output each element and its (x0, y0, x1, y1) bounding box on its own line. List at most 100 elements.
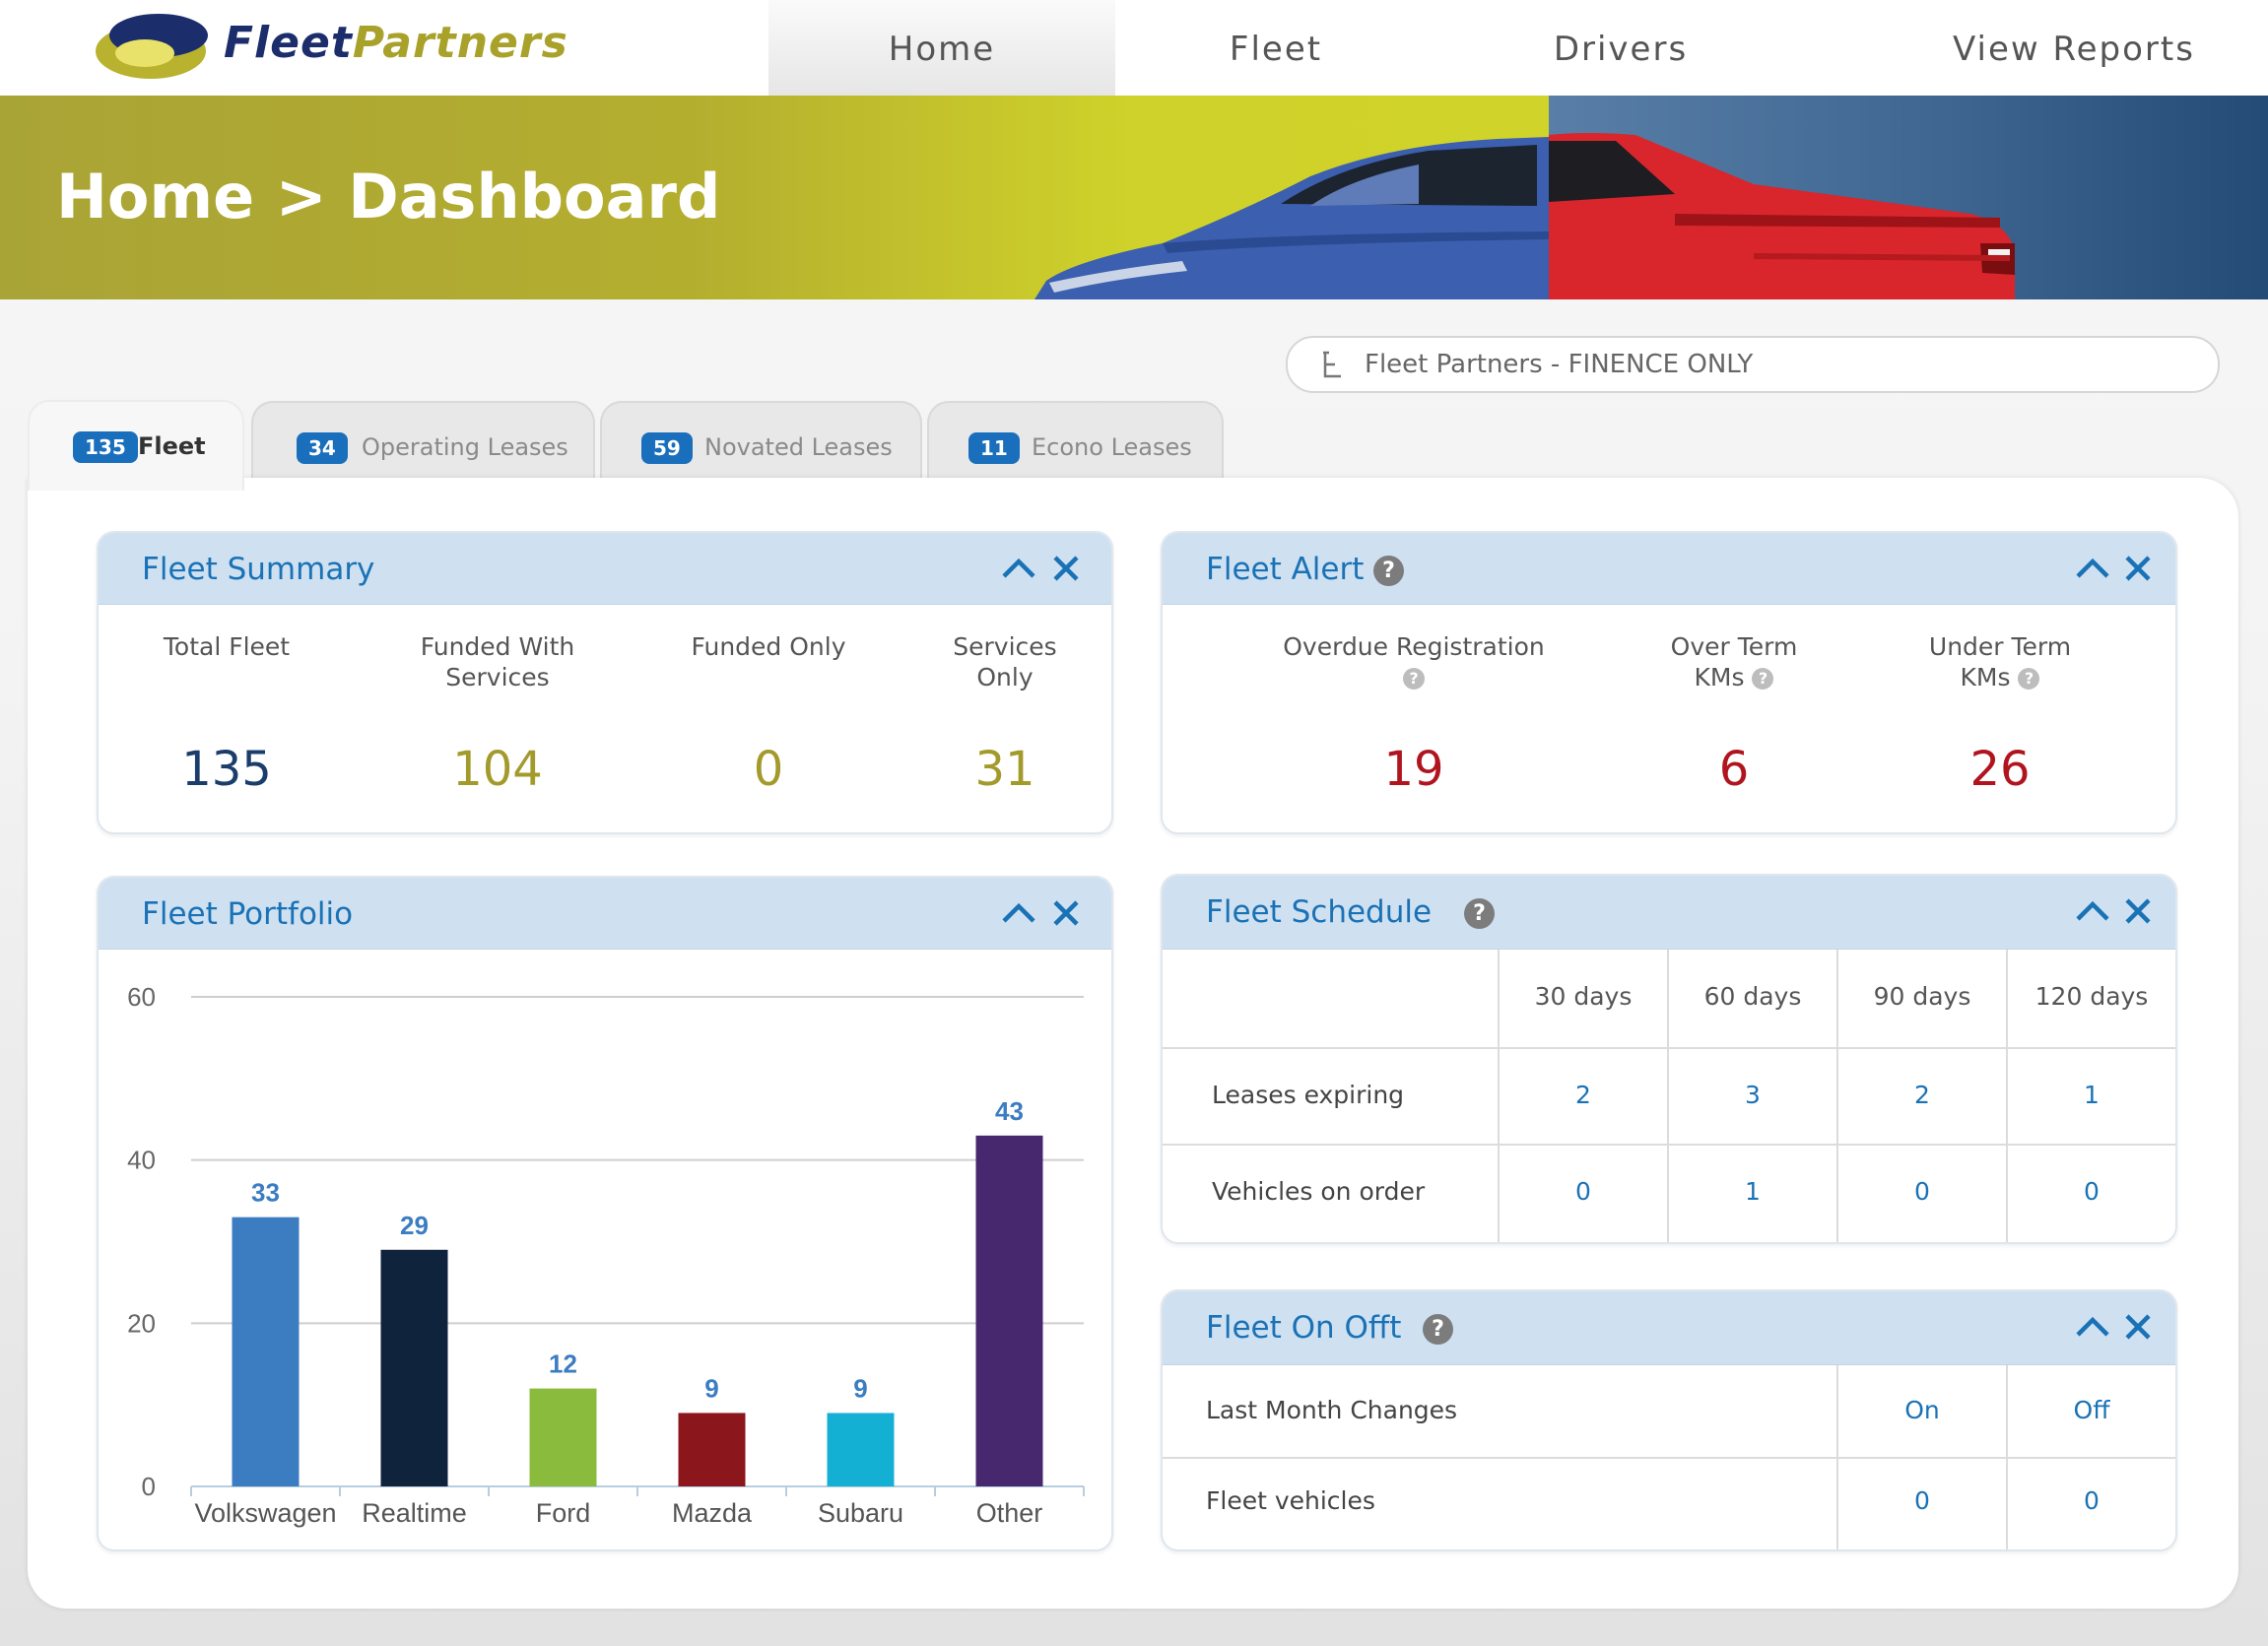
over-term-kms-label: Over Term KMs ? (1626, 631, 1842, 692)
bar-realtime (380, 1249, 448, 1486)
page-title: Home > Dashboard (56, 161, 721, 232)
nav-home[interactable]: Home (768, 0, 1115, 96)
y-tick-label: 20 (127, 1308, 156, 1338)
funded-with-services-value: 104 (452, 742, 543, 797)
x-tick-label: Mazda (672, 1498, 753, 1528)
nav-fleet[interactable]: Fleet (1153, 0, 1399, 96)
logo-word-2: Partners (352, 18, 568, 68)
y-tick-label: 60 (127, 982, 156, 1012)
row-divider (1163, 1457, 2175, 1459)
tab-operating-leases-count-badge: 34 (297, 432, 348, 464)
close-icon[interactable] (1046, 549, 1086, 588)
fleet-schedule-widget: Fleet Schedule ? 30 days 60 days 90 days… (1161, 874, 2177, 1244)
vehicles-on-order-90-days[interactable]: 0 (1838, 1177, 2006, 1206)
funded-only-label-line1: Funded Only (691, 632, 846, 661)
under-term-kms-label-line2: KMs ? (1892, 662, 2108, 692)
tab-operating-leases-label: Operating Leases (362, 433, 568, 461)
tab-fleet[interactable]: 135 Fleet (28, 400, 244, 491)
over-term-kms-label-line1: Over Term (1670, 632, 1798, 661)
under-term-kms-label-line1: Under Term (1928, 632, 2072, 661)
vehicles-on-order-30-days[interactable]: 0 (1500, 1177, 1667, 1206)
fleet-portfolio-widget: Fleet Portfolio 0 20 40 60 33 Volkswagen 29 Rea… (97, 876, 1113, 1551)
help-icon[interactable]: ? (1403, 668, 1425, 690)
help-icon[interactable]: ? (1373, 556, 1404, 586)
funded-with-services-label: Funded With Services (379, 631, 616, 692)
tab-fleet-label: Fleet (138, 432, 206, 460)
last-month-changes-label: Last Month Changes (1206, 1396, 1458, 1424)
x-tick-label: Ford (536, 1498, 591, 1528)
vehicles-on-order-120-days[interactable]: 0 (2008, 1177, 2175, 1206)
under-term-kms-label-2: KMs (1960, 663, 2011, 691)
services-only-value: 31 (974, 742, 1035, 797)
y-tick-label: 0 (142, 1472, 156, 1501)
row-label-fleet-vehicles: Fleet vehicles (1206, 1486, 1375, 1515)
chevron-up-icon[interactable] (2073, 549, 2112, 588)
bar-value-label: 9 (704, 1373, 718, 1403)
bar-volkswagen (232, 1217, 300, 1486)
vehicles-on-order-60-days[interactable]: 1 (1669, 1177, 1836, 1206)
help-icon[interactable]: ? (1464, 898, 1495, 929)
services-only-label-line1: Services (953, 632, 1057, 661)
tab-econo-leases-count-badge: 11 (968, 432, 1020, 464)
help-icon[interactable]: ? (1423, 1314, 1453, 1345)
total-fleet-label-line1: Total Fleet (163, 632, 291, 661)
tab-novated-leases-count-badge: 59 (641, 432, 693, 464)
column-header-60-days: 60 days (1703, 982, 1802, 1011)
fleet-alert-title: Fleet Alert (1206, 552, 1365, 587)
row-divider (1163, 1144, 2175, 1146)
funded-only-label: Funded Only (650, 631, 887, 662)
fleet-on-off-title: Fleet On Offt (1206, 1310, 1402, 1346)
fleet-schedule-header: Fleet Schedule ? (1163, 876, 2175, 950)
leases-expiring-30-days[interactable]: 2 (1500, 1081, 1667, 1109)
column-header-120-days: 120 days (2035, 982, 2149, 1011)
account-selector[interactable]: Fleet Partners - FINENCE ONLY (1286, 336, 2220, 393)
under-term-kms-value: 26 (1969, 742, 2031, 797)
close-icon[interactable] (2118, 549, 2158, 588)
help-icon[interactable]: ? (1752, 668, 1774, 690)
fleet-vehicles-on-value[interactable]: 0 (1838, 1486, 2006, 1515)
help-icon[interactable]: ? (2018, 668, 2040, 690)
nav-view-reports[interactable]: View Reports (1892, 0, 2256, 96)
x-tick-label: Other (976, 1498, 1043, 1528)
leases-expiring-90-days[interactable]: 2 (1838, 1081, 2006, 1109)
account-selector-value: Fleet Partners - FINENCE ONLY (1365, 350, 1754, 379)
bar-value-label: 12 (549, 1350, 577, 1379)
bar-other (975, 1135, 1043, 1486)
tab-econo-leases-label: Econo Leases (1032, 433, 1192, 461)
over-term-kms-value: 6 (1718, 742, 1750, 797)
fleet-portfolio-chart: 0 20 40 60 33 Volkswagen 29 Realtime 12 Ford 9 Mazd… (127, 982, 1085, 1528)
x-tick-label: Realtime (362, 1498, 467, 1528)
nav-drivers[interactable]: Drivers (1498, 0, 1744, 96)
chevron-up-icon[interactable] (2073, 891, 2112, 931)
top-nav-bar: FleetPartners Home Fleet Drivers View Re… (0, 0, 2268, 96)
fleetpartners-logo[interactable]: FleetPartners (94, 10, 685, 83)
bar-value-label: 43 (995, 1096, 1024, 1126)
fleet-alert-widget: Fleet Alert ? Overdue Registration? 19 O… (1161, 531, 2177, 834)
fleet-on-off-widget: Fleet On Offt ? Last Month Changes On Of… (1161, 1289, 2177, 1551)
bar-ford (529, 1388, 597, 1486)
bar-subaru (827, 1413, 895, 1486)
x-tick-label: Subaru (818, 1498, 903, 1528)
leases-expiring-60-days[interactable]: 3 (1669, 1081, 1836, 1109)
fleet-summary-header: Fleet Summary (99, 533, 1111, 605)
overdue-registration-label-line2: ? (1261, 662, 1567, 692)
chevron-up-icon[interactable] (2073, 1307, 2112, 1347)
tab-operating-leases[interactable]: 34 Operating Leases (251, 401, 595, 482)
logo-mark-icon (96, 14, 208, 79)
dashboard-panel: Fleet Summary Total Fleet 135 Funded Wit… (28, 478, 2238, 1609)
column-divider (1836, 1365, 1838, 1549)
fleet-vehicles-off-value[interactable]: 0 (2008, 1486, 2175, 1515)
fleet-summary-title: Fleet Summary (142, 552, 375, 587)
fleet-alert-header: Fleet Alert ? (1163, 533, 2175, 605)
services-only-label-line2: Only (976, 663, 1034, 691)
tab-novated-leases[interactable]: 59 Novated Leases (600, 401, 922, 482)
over-term-kms-label-line2: KMs ? (1626, 662, 1842, 692)
close-icon[interactable] (2118, 1307, 2158, 1347)
bar-mazda (678, 1413, 746, 1486)
close-icon[interactable] (2118, 891, 2158, 931)
column-header-30-days: 30 days (1534, 982, 1633, 1011)
tab-econo-leases[interactable]: 11 Econo Leases (927, 401, 1224, 482)
chevron-up-icon[interactable] (999, 549, 1038, 588)
funded-with-services-label-line1: Funded With (420, 632, 575, 661)
leases-expiring-120-days[interactable]: 1 (2008, 1081, 2175, 1109)
